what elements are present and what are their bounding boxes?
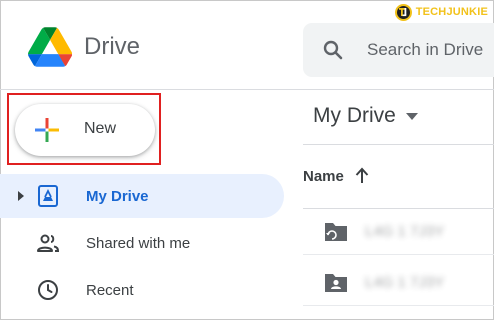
title-divider — [303, 144, 494, 145]
search-icon[interactable] — [321, 38, 345, 62]
sidebar-item-label: Recent — [86, 282, 134, 299]
people-icon — [37, 234, 60, 252]
sidebar-item-label: My Drive — [86, 188, 149, 205]
dropdown-arrow-icon[interactable] — [406, 113, 418, 121]
plus-icon — [35, 118, 59, 142]
column-header-name[interactable]: Name — [303, 168, 344, 185]
header-divider — [0, 89, 494, 90]
sidebar-item-recent[interactable]: Recent — [0, 268, 284, 312]
search-input[interactable] — [367, 39, 494, 61]
sidebar-item-label: Shared with me — [86, 235, 191, 252]
my-drive-icon — [38, 185, 58, 207]
techjunkie-text: TECHJUNKIE — [415, 6, 488, 18]
row-divider — [303, 305, 494, 306]
new-button-label: New — [84, 120, 117, 137]
clock-icon — [38, 280, 58, 300]
techjunkie-logo-icon — [394, 3, 412, 21]
file-row[interactable]: L4G 1 7J3Y — [303, 209, 494, 255]
sort-ascending-icon[interactable] — [355, 167, 369, 185]
drive-logo-icon — [28, 27, 72, 67]
shared-folder-icon — [325, 223, 347, 241]
sidebar-item-shared-with-me[interactable]: Shared with me — [0, 221, 284, 265]
new-button[interactable]: New — [15, 104, 155, 156]
person-folder-icon — [325, 274, 347, 292]
app-title: Drive — [84, 33, 141, 60]
row-divider — [303, 254, 494, 255]
file-name: L4G 1 7J3Y — [365, 223, 445, 240]
sidebar-item-my-drive[interactable]: My Drive — [0, 174, 284, 218]
tj-mark-icon — [398, 7, 407, 16]
expand-caret-icon[interactable] — [17, 191, 25, 201]
file-row[interactable]: L4G 1 7J3Y — [303, 260, 494, 306]
page-title[interactable]: My Drive — [313, 104, 396, 128]
search-bar[interactable] — [303, 23, 494, 77]
techjunkie-watermark: TECHJUNKIE — [394, 3, 488, 21]
file-name: L4G 1 7J3Y — [365, 274, 445, 291]
